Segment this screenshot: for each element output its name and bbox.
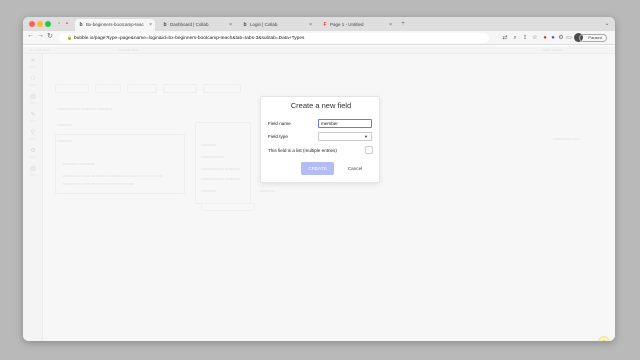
sidebar-item-workflow[interactable]: ⚇ ▭▭ [25, 76, 41, 87]
close-tab-icon[interactable]: × [149, 19, 152, 31]
faint-field: ▭▭▭▭ [201, 142, 217, 147]
list-checkbox[interactable] [365, 146, 373, 154]
url-input[interactable]: 🔒 bubble.io/page?type=page&name=login&id=… [59, 33, 489, 43]
close-window-button[interactable] [29, 21, 35, 27]
faint-field: ▭▭▭▭▭▭ [201, 154, 224, 159]
dialog-title: Create a new field [290, 101, 352, 110]
tab-label: Dashboard | Collab [170, 22, 209, 27]
url-text: bubble.io/page?type=page&name=login&id=b… [73, 36, 305, 41]
zoom-icon[interactable]: ⌕ [511, 34, 519, 42]
tab-bar: ▪ ▪ b Bx-beginners-bootcamp-teac × b Das… [23, 17, 615, 31]
tab-bubble-editor[interactable]: b Bx-beginners-bootcamp-teac × [75, 19, 155, 31]
workflow-icon: ⚇ [30, 76, 36, 82]
sidebar-item-design[interactable]: ✕ ▭▭ [25, 58, 41, 69]
lock-icon: 🔒 [67, 35, 72, 40]
editor-header: ▭ ▭▭▭▭ ▭▭▭ ▭▭ ▭▭ ▭▭▭ [23, 46, 615, 54]
tab-search-chevron-icon[interactable]: ⌄ [603, 20, 611, 28]
faint-create-field-button [201, 203, 255, 211]
bubble-editor: ▭ ▭▭▭▭ ▭▭▭ ▭▭ ▭▭ ▭▭▭ ✕ ▭▭ ⚇ ▭▭ ▤ ▭▭ ✎ ▭▭ ⚲ ▭▭… [23, 46, 615, 341]
faint-label: ▭▭▭▭▭ ▭▭▭▭ ▭▭▭▭▭▭ ▭▭▭ [63, 181, 135, 186]
sidebar-item-data[interactable]: ▤ ▭▭ [25, 94, 41, 105]
field-type-select[interactable]: ▼ [318, 132, 372, 141]
close-tab-icon[interactable]: × [229, 19, 232, 31]
tab-group-icon[interactable]: ▪ [55, 20, 63, 28]
extension-red-icon[interactable]: ● [541, 34, 549, 42]
faint-field: ▭▭▭▭▭▭ ▭▭▭▭ [201, 176, 240, 181]
faint-field: ▭▭▭▭ [201, 188, 217, 193]
bubble-logo-icon: b [163, 22, 167, 28]
sidebar-item-styles[interactable]: ✎ ▭▭ [25, 112, 41, 123]
faint-header-item: ▭ ▭▭▭▭ [29, 47, 50, 52]
faint-subtab [55, 84, 89, 93]
plugin-icon: ⚲ [30, 130, 36, 136]
faint-field: ▭▭▭▭▭▭ ▭▭▭▭ [201, 166, 240, 171]
logs-icon: ▤ [30, 166, 36, 172]
close-tab-icon[interactable]: × [389, 19, 392, 31]
maximize-window-button[interactable] [45, 21, 51, 27]
figma-logo-icon: F [323, 22, 327, 28]
reload-icon[interactable]: ↻ [47, 32, 53, 40]
browser-window: ▪ ▪ b Bx-beginners-bootcamp-teac × b Das… [23, 17, 615, 341]
field-type-label: Field type [268, 134, 288, 139]
tab-group-icon[interactable]: ▪ [63, 20, 71, 28]
forward-arrow-icon[interactable]: → [37, 32, 44, 39]
sidebar-item-logs[interactable]: ▤ ▭▭ [25, 166, 41, 177]
tab-dashboard[interactable]: b Dashboard | Collab × [159, 19, 235, 31]
faint-label: ▭▭▭▭▭ ▭▭ [553, 136, 581, 141]
help-lightbulb-icon[interactable]: ☼ [598, 336, 610, 341]
faint-header-item: ▭▭ ▭▭▭ [543, 47, 564, 52]
tab-label: Login | Collab [250, 22, 278, 27]
share-icon[interactable]: ⇪ [521, 34, 529, 42]
faint-label: ▭▭▭▭▭ ▭▭ ▭▭▭▭ ▭▭▭▭▭▭▭▭ ▭▭▭▭▭▭ [63, 173, 162, 178]
field-name-label: Field name [268, 121, 291, 126]
list-checkbox-label: This field is a list (multiple entries) [268, 148, 337, 153]
gear-icon: ⚙ [30, 148, 36, 154]
faint-label: ▭▭▭▭ ▭▭▭▭ [63, 161, 95, 166]
translate-icon[interactable]: ⇄ [501, 34, 509, 42]
faint-label: ▭▭▭▭ [260, 188, 276, 193]
extension-purple-icon[interactable]: ● [549, 34, 557, 42]
brush-icon: ✎ [30, 112, 36, 118]
faint-subtab [95, 84, 121, 93]
faint-label: ▭▭▭▭ [57, 122, 73, 127]
new-tab-icon[interactable]: + [399, 20, 407, 28]
design-icon: ✕ [30, 58, 36, 64]
puzzle-icon[interactable]: ⚙ [557, 34, 565, 42]
faint-header-item: ▭▭▭ ▭▭ [119, 47, 140, 52]
address-bar: ← → ↻ 🔒 bubble.io/page?type=page&name=log… [23, 31, 615, 45]
create-button[interactable]: CREATE [301, 162, 334, 175]
profile-paused-badge[interactable]: Paused [579, 34, 607, 42]
sidebar-icon[interactable]: ▭ [565, 34, 573, 42]
back-arrow-icon[interactable]: ← [27, 32, 34, 39]
field-name-input[interactable]: member [318, 119, 372, 128]
faint-label: ▭▭▭▭▭▭ ▭▭▭▭ ▭▭▭▭ [57, 106, 113, 111]
sidebar-item-plugins[interactable]: ⚲ ▭▭ [25, 130, 41, 141]
tab-figma[interactable]: F Page 1 - Untitled × [319, 19, 395, 31]
tab-login[interactable]: b Login | Collab × [239, 19, 315, 31]
editor-sidebar: ✕ ▭▭ ⚇ ▭▭ ▤ ▭▭ ✎ ▭▭ ⚲ ▭▭ ⚙ ▭▭ ▤ ▭▭ [23, 54, 43, 341]
minimize-window-button[interactable] [37, 21, 43, 27]
sidebar-item-settings[interactable]: ⚙ ▭▭ [25, 148, 41, 159]
cancel-button[interactable]: Cancel [345, 162, 365, 175]
tab-label: Bx-beginners-bootcamp-teac [86, 22, 144, 27]
faint-subtab [203, 84, 241, 93]
tab-label: Page 1 - Untitled [330, 22, 364, 27]
create-field-dialog: Create a new field Field name member Fie… [260, 96, 380, 183]
faint-subtab [127, 84, 157, 93]
bubble-logo-icon: b [79, 22, 83, 28]
faint-subtab [163, 84, 197, 93]
bookmark-star-icon[interactable]: ☆ [531, 34, 539, 42]
bubble-logo-icon: b [243, 22, 247, 28]
data-icon: ▤ [30, 94, 36, 100]
dropdown-arrow-icon: ▼ [364, 134, 368, 139]
close-tab-icon[interactable]: × [309, 19, 312, 31]
